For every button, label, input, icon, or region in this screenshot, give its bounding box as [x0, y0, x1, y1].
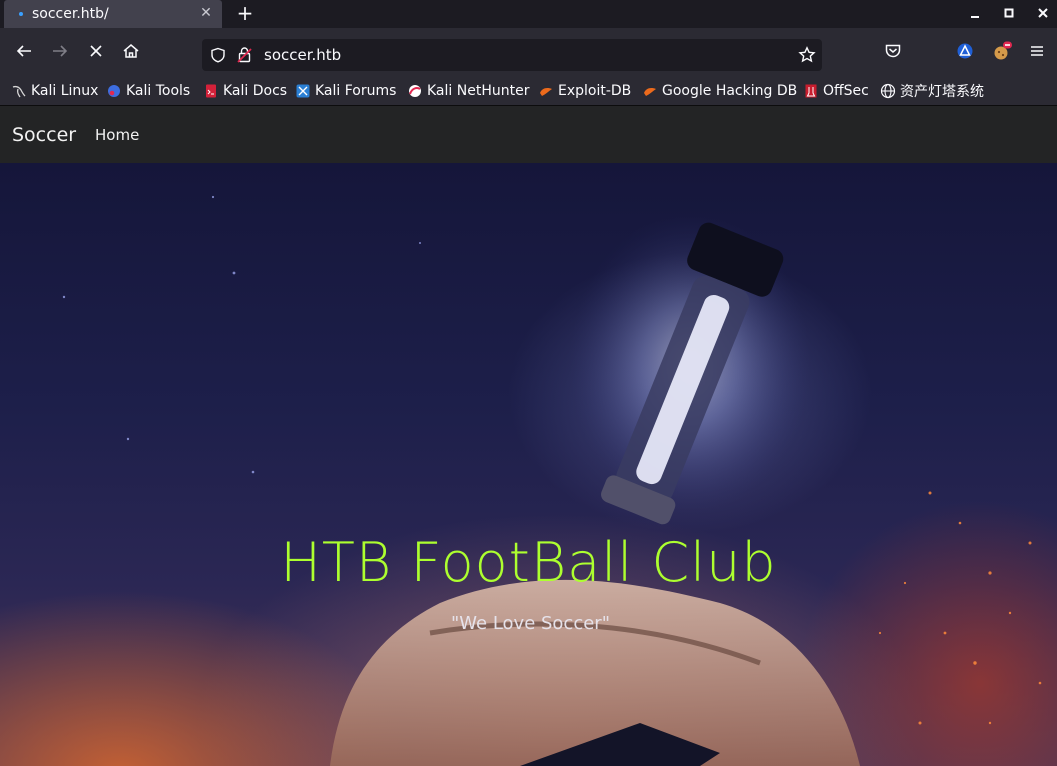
site-navbar: Soccer Home [0, 106, 1057, 163]
bookmark-kali-tools[interactable]: Kali Tools [107, 82, 190, 100]
bookmark-google-hacking-db[interactable]: Google Hacking DB [643, 82, 797, 100]
bookmark-kali-forums[interactable]: Kali Forums [296, 82, 396, 100]
bookmark-offsec[interactable]: OffSec [804, 82, 869, 100]
pocket-icon [885, 44, 901, 58]
bookmark-label: Exploit-DB [558, 83, 632, 99]
nethunter-icon [409, 85, 421, 97]
tab-strip: soccer.htb/ ✕ + [0, 0, 1057, 28]
extension-triangle-icon [957, 43, 973, 59]
insecure-lock-icon[interactable] [237, 46, 253, 64]
nav-home-link[interactable]: Home [95, 126, 139, 144]
new-tab-button[interactable]: + [235, 3, 255, 23]
bookmark-label: OffSec [823, 83, 869, 99]
tab-soccer[interactable]: soccer.htb/ ✕ [4, 0, 222, 28]
forward-arrow-icon [53, 45, 68, 57]
menu-button[interactable] [1024, 38, 1050, 64]
url-text[interactable]: soccer.htb [264, 46, 341, 64]
back-button[interactable] [11, 38, 37, 64]
bookmark-kali-docs[interactable]: Kali Docs [204, 82, 287, 100]
bookmark-label: 资产灯塔系统 [900, 84, 984, 100]
bookmark-label: Google Hacking DB [662, 83, 798, 99]
home-button[interactable] [118, 38, 144, 64]
pocket-button[interactable] [880, 38, 906, 64]
hamburger-menu-icon [1031, 46, 1043, 56]
home-icon [123, 44, 139, 58]
hero-title: HTB FootBall Club [280, 531, 777, 594]
bookmark-label: Kali Docs [223, 83, 288, 99]
hero-subtitle: "We Love Soccer" [451, 613, 610, 634]
forward-button[interactable] [47, 38, 73, 64]
kali-dragon-icon [12, 85, 26, 98]
site-brand[interactable]: Soccer [12, 124, 76, 146]
kali-tools-icon [108, 85, 120, 97]
loading-dot-icon [19, 12, 23, 16]
close-icon [1038, 8, 1048, 18]
url-bar[interactable]: soccer.htb [202, 39, 822, 71]
minimize-button[interactable] [965, 4, 985, 22]
stop-button[interactable] [83, 38, 109, 64]
offsec-icon [805, 84, 817, 98]
extension-button-blue[interactable] [952, 38, 978, 64]
stop-loading-icon [90, 45, 102, 57]
kali-docs-icon [206, 84, 216, 98]
bookmarks-toolbar: Kali Linux Kali Tools Kali Docs Kali For… [0, 74, 1057, 106]
globe-icon [880, 83, 896, 99]
bookmark-asset-lighthouse[interactable]: 资产灯塔系统 [880, 82, 984, 100]
bookmark-label: Kali Forums [315, 83, 397, 99]
bookmark-label: Kali NetHunter [427, 83, 530, 99]
maximize-button[interactable] [999, 4, 1019, 22]
tab-title: soccer.htb/ [32, 6, 109, 22]
bookmark-label: Kali Tools [126, 83, 191, 99]
extension-button-cookie[interactable] [989, 38, 1015, 64]
tab-close-icon[interactable]: ✕ [198, 5, 214, 21]
bookmark-kali-linux[interactable]: Kali Linux [12, 82, 98, 100]
back-arrow-icon [16, 45, 31, 57]
shield-icon[interactable] [210, 47, 226, 63]
hero-section: HTB FootBall Club "We Love Soccer" [0, 163, 1057, 766]
exploit-db-icon [540, 88, 552, 96]
maximize-icon [1004, 8, 1014, 18]
bookmark-kali-nethunter[interactable]: Kali NetHunter [408, 82, 529, 100]
bookmark-exploit-db[interactable]: Exploit-DB [539, 82, 631, 100]
minimize-icon [971, 16, 979, 18]
navigation-toolbar: soccer.htb [0, 28, 1057, 74]
kali-forums-icon [296, 84, 310, 98]
ghdb-icon [644, 88, 656, 96]
bookmark-label: Kali Linux [31, 83, 99, 99]
bookmark-star-icon[interactable] [798, 46, 816, 64]
hero-background-image [62, 195, 1042, 766]
close-window-button[interactable] [1033, 4, 1053, 22]
cookie-extension-icon [994, 41, 1012, 60]
